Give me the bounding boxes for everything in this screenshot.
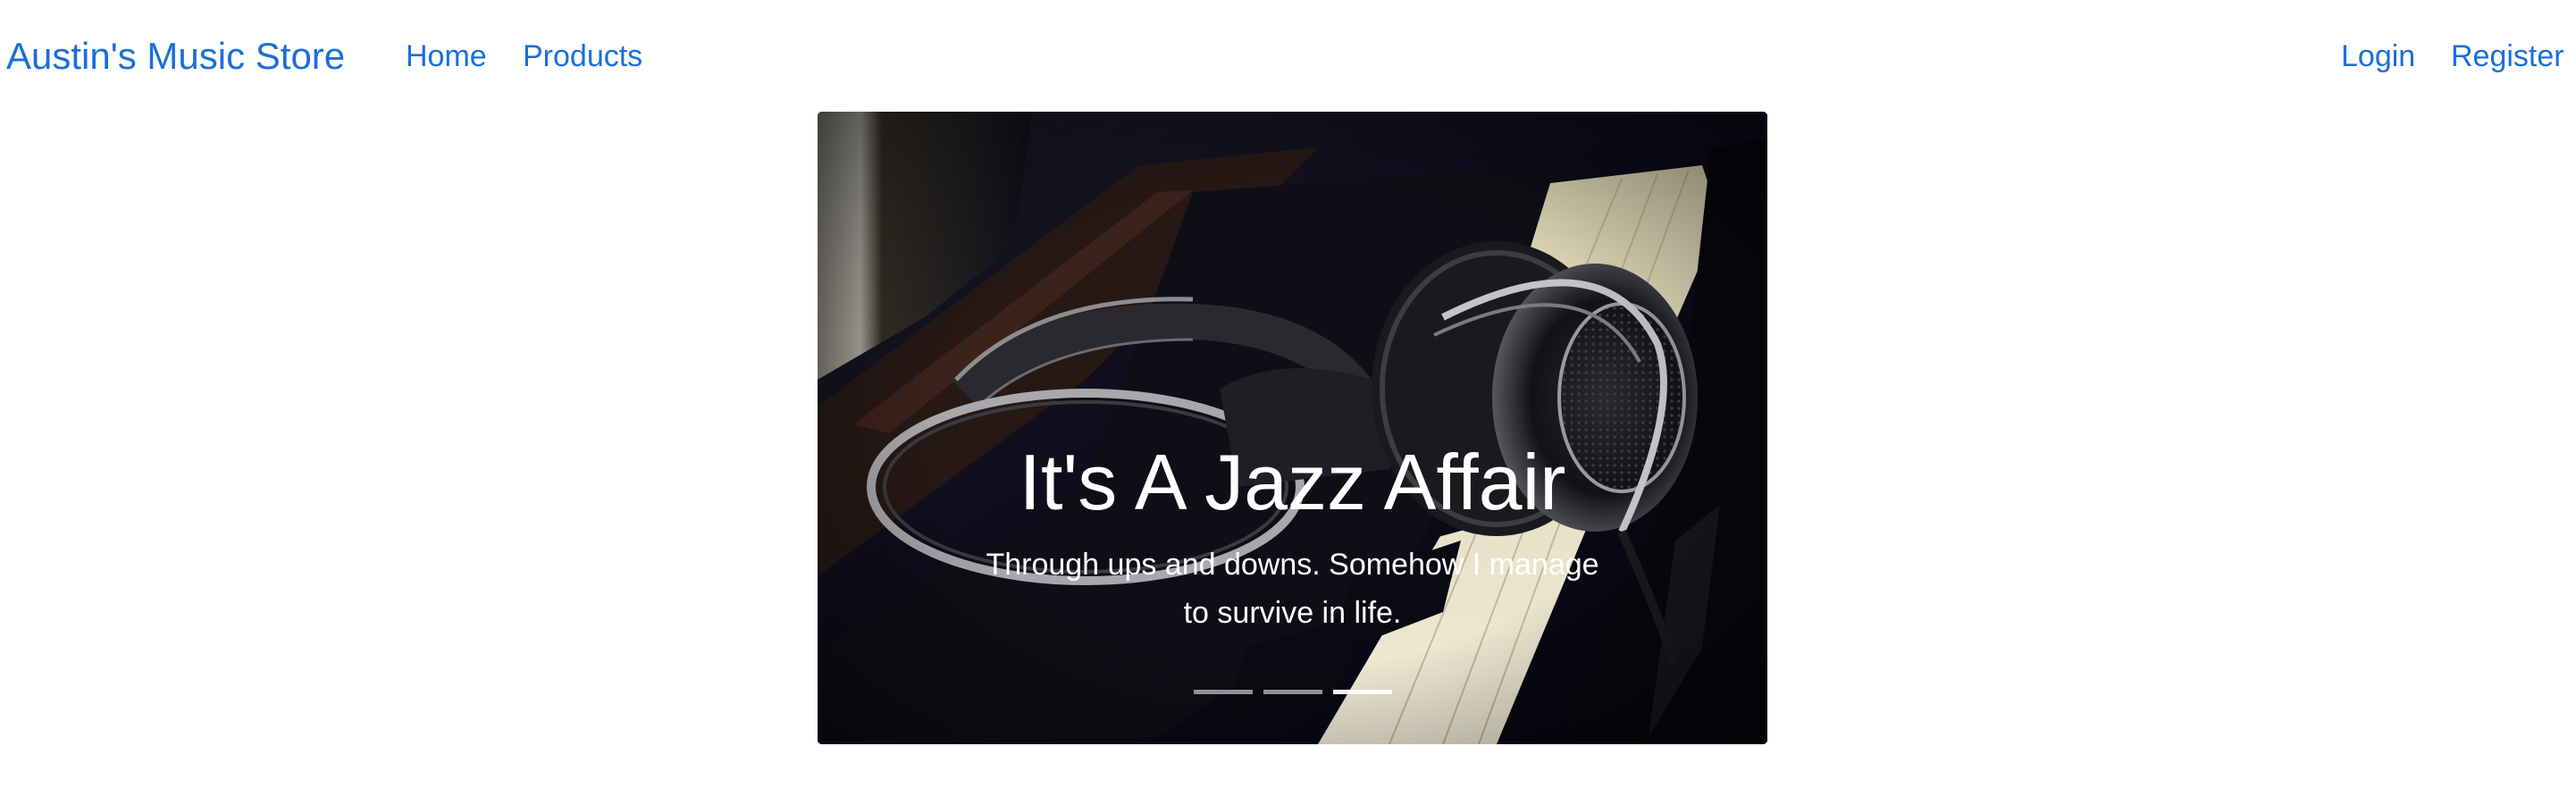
navbar: Austin's Music Store Home Products Login… — [0, 0, 2576, 111]
carousel-indicator-3[interactable] — [1332, 690, 1392, 694]
nav-link-register[interactable]: Register — [2451, 36, 2564, 77]
slide-title: It's A Jazz Affair — [1019, 438, 1566, 526]
carousel-indicator-1[interactable] — [1193, 690, 1253, 694]
nav-link-home[interactable]: Home — [406, 36, 487, 77]
slide-image-headphones-piano — [818, 112, 1767, 744]
brand-link[interactable]: Austin's Music Store — [6, 32, 345, 80]
nav-link-login[interactable]: Login — [2341, 36, 2415, 77]
carousel-indicator-2[interactable] — [1263, 690, 1322, 694]
slide-caption: Through ups and downs. Somehow I manage … — [986, 548, 1599, 630]
carousel-indicators — [818, 690, 1767, 694]
hero-carousel[interactable]: It's A Jazz Affair Through ups and downs… — [818, 112, 1767, 744]
nav-link-products[interactable]: Products — [523, 36, 642, 77]
